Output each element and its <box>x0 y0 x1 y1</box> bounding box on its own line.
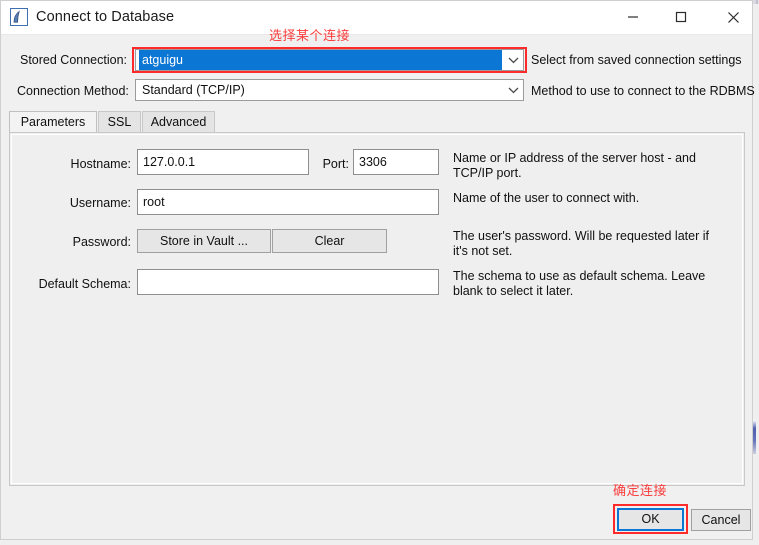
close-icon[interactable] <box>710 1 756 33</box>
username-input[interactable]: root <box>137 189 439 215</box>
stored-connection-value: atguigu <box>139 50 502 70</box>
ok-button[interactable]: OK <box>617 508 684 531</box>
mysql-workbench-icon <box>10 8 28 26</box>
store-in-vault-button[interactable]: Store in Vault ... <box>137 229 271 253</box>
hostname-label: Hostname: <box>70 157 131 171</box>
maximize-icon[interactable] <box>658 1 704 33</box>
default-schema-hint: The schema to use as default schema. Lea… <box>453 269 706 298</box>
username-hint: Name of the user to connect with. <box>453 191 640 205</box>
default-schema-label: Default Schema: <box>38 277 131 291</box>
tab-ssl[interactable]: SSL <box>98 111 141 133</box>
window-title: Connect to Database <box>36 9 175 25</box>
password-label: Password: <box>72 235 131 249</box>
password-hint: The user's password. Will be requested l… <box>453 229 709 258</box>
stored-connection-label: Stored Connection: <box>19 53 127 67</box>
default-schema-input[interactable] <box>137 269 439 295</box>
tab-advanced[interactable]: Advanced <box>142 111 215 133</box>
hostname-hint: Name or IP address of the server host - … <box>453 151 696 180</box>
connection-method-label: Connection Method: <box>17 84 129 98</box>
connection-method-value: Standard (TCP/IP) <box>142 83 245 97</box>
tab-strip: Parameters SSL Advanced <box>9 111 745 134</box>
chevron-down-icon[interactable] <box>503 80 523 100</box>
connection-method-combobox[interactable]: Standard (TCP/IP) <box>135 79 524 101</box>
stored-connection-hint: Select from saved connection settings <box>531 53 742 67</box>
parameters-tab-panel <box>9 132 745 486</box>
annotation-confirm-connection: 确定连接 <box>613 484 668 499</box>
stored-connection-combobox[interactable]: atguigu <box>135 49 524 71</box>
title-bar: Connect to Database <box>1 1 752 35</box>
cancel-button[interactable]: Cancel <box>691 509 751 531</box>
tab-parameters[interactable]: Parameters <box>9 111 97 134</box>
port-label: Port: <box>322 157 349 171</box>
chevron-down-icon[interactable] <box>503 50 523 70</box>
port-input[interactable]: 3306 <box>353 149 439 175</box>
clear-password-button[interactable]: Clear <box>272 229 387 253</box>
parameters-panel-inner <box>11 134 743 484</box>
hostname-input[interactable]: 127.0.0.1 <box>137 149 309 175</box>
minimize-icon[interactable] <box>610 1 656 33</box>
connect-to-database-dialog: Connect to Database 选择某个连接 Stored Connec… <box>0 0 755 540</box>
connection-method-hint: Method to use to connect to the RDBMS <box>531 84 755 98</box>
annotation-select-connection: 选择某个连接 <box>269 29 351 44</box>
username-label: Username: <box>69 196 131 210</box>
